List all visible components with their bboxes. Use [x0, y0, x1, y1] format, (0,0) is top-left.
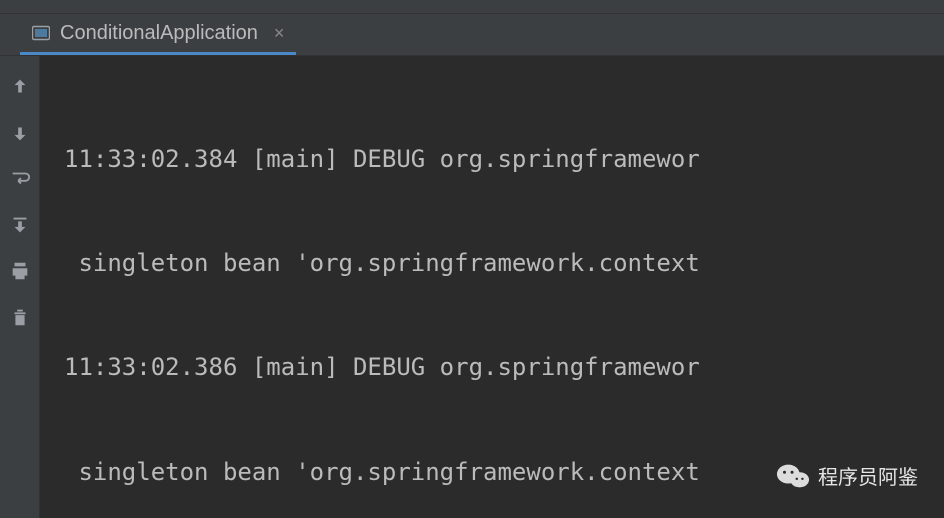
- trash-icon[interactable]: [9, 306, 31, 328]
- run-tabs-bar: ConditionalApplication ×: [0, 14, 944, 56]
- console-output[interactable]: 11:33:02.384 [main] DEBUG org.springfram…: [40, 56, 944, 518]
- run-tab-label: ConditionalApplication: [60, 22, 258, 45]
- watermark: 程序员阿鉴: [776, 461, 918, 490]
- main-area: 11:33:02.384 [main] DEBUG org.springfram…: [0, 56, 944, 518]
- up-arrow-icon[interactable]: [9, 76, 31, 98]
- window-topbar: [0, 0, 944, 14]
- close-icon[interactable]: ×: [274, 23, 285, 44]
- console-line: singleton bean 'org.springframework.cont…: [64, 246, 944, 281]
- down-arrow-icon[interactable]: [9, 122, 31, 144]
- console-line: 11:33:02.386 [main] DEBUG org.springfram…: [64, 350, 944, 385]
- run-config-icon: [32, 25, 50, 41]
- watermark-text: 程序员阿鉴: [818, 461, 918, 490]
- console-line: 11:33:02.384 [main] DEBUG org.springfram…: [64, 142, 944, 177]
- wechat-icon: [776, 462, 810, 490]
- console-gutter: [0, 56, 40, 518]
- soft-wrap-icon[interactable]: [9, 168, 31, 190]
- scroll-to-end-icon[interactable]: [9, 214, 31, 236]
- run-tab-conditionalapplication[interactable]: ConditionalApplication ×: [20, 14, 296, 55]
- print-icon[interactable]: [9, 260, 31, 282]
